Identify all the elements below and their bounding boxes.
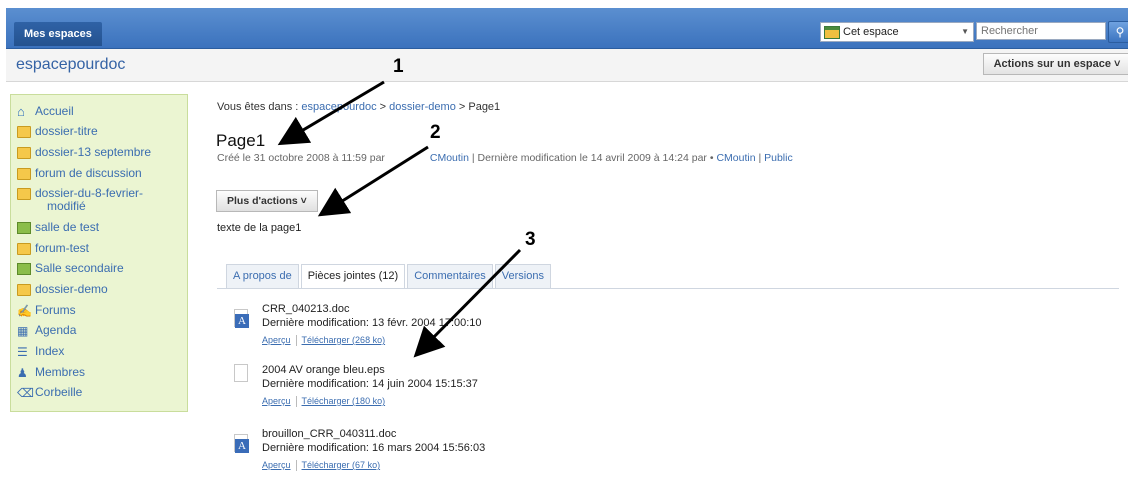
annotation-overlay: 1 2 3 — [277, 56, 536, 358]
annotation-arrow-1 — [277, 80, 385, 146]
annotation-number-3: 3 — [525, 229, 536, 250]
annotation-arrow-2 — [317, 145, 429, 217]
annotation-number-2: 2 — [430, 122, 441, 143]
annotation-number-1: 1 — [393, 56, 404, 77]
annotation-arrow-3 — [413, 248, 522, 358]
